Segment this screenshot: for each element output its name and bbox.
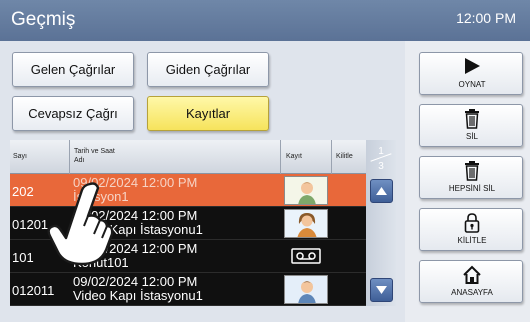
column-number: Sayı	[13, 153, 28, 160]
photo-man-icon	[284, 176, 328, 205]
photo-woman-icon	[284, 209, 328, 238]
row-name: Video Kapı İstasyonu1	[73, 288, 203, 303]
page-current: 1	[378, 146, 384, 157]
row-name: Konut101	[73, 255, 129, 270]
lock-button[interactable]: KİLİTLE	[419, 208, 523, 251]
table-row[interactable]: 202 09/02/2024 12:00 PM İstasyon1	[10, 174, 366, 207]
column-lock: Kilitle	[336, 153, 353, 160]
triangle-down-icon	[376, 286, 387, 294]
header-bar: Geçmiş 12:00 PM	[0, 0, 530, 41]
row-datetime: 09/02/2024 12:00 PM	[73, 241, 198, 256]
incoming-calls-button[interactable]: Gelen Çağrılar	[12, 52, 134, 87]
play-label: OYNAT	[458, 80, 486, 89]
row-name: Video Kapı İstasyonu1	[73, 222, 203, 237]
lock-label: KİLİTLE	[457, 236, 487, 245]
row-datetime: 09/02/2024 12:00 PM	[73, 208, 198, 223]
table-row[interactable]: 101 09/02/2024 12:00 PM Konut101	[10, 240, 366, 273]
column-name-label: Adı	[74, 157, 85, 164]
row-datetime-name: 09/02/2024 12:00 PM İstasyon1	[73, 176, 197, 204]
delete-all-label: HEPSİNİ SİL	[448, 184, 496, 193]
trash-icon	[420, 109, 524, 129]
page-title: Geçmiş	[11, 9, 76, 30]
delete-all-button[interactable]: HEPSİNİ SİL	[419, 156, 523, 199]
table-row[interactable]: 01201 09/02/2024 12:00 PM Video Kapı İst…	[10, 207, 366, 240]
row-name: İstasyon1	[73, 189, 129, 204]
scroll-down-button[interactable]	[370, 278, 393, 302]
lock-icon	[420, 213, 524, 233]
play-button[interactable]: OYNAT	[419, 52, 523, 95]
row-datetime-name: 09/02/2024 12:00 PM Video Kapı İstasyonu…	[73, 275, 203, 303]
history-screen: Geçmiş 12:00 PM Gelen Çağrılar Giden Çağ…	[0, 0, 530, 322]
history-table: Sayı Tarih ve Saat Adı Kayıt Kilitle 202…	[10, 140, 366, 306]
delete-label: SİL	[465, 132, 478, 141]
row-number: 202	[12, 184, 34, 199]
column-record: Kayıt	[286, 153, 302, 160]
row-datetime-name: 09/02/2024 12:00 PM Video Kapı İstasyonu…	[73, 209, 203, 237]
column-datetime-label: Tarih ve Saat	[74, 148, 115, 155]
row-datetime-name: 09/02/2024 12:00 PM Konut101	[73, 242, 197, 270]
home-button[interactable]: ANASAYFA	[419, 260, 523, 303]
column-divider	[69, 140, 70, 174]
clock: 12:00 PM	[456, 10, 516, 26]
row-number: 101	[12, 250, 34, 265]
home-icon	[420, 265, 524, 285]
scroll-panel: 1 3	[366, 140, 396, 306]
column-divider	[331, 140, 332, 174]
row-datetime: 09/02/2024 12:00 PM	[73, 175, 198, 190]
home-label: ANASAYFA	[451, 288, 493, 297]
play-icon	[420, 57, 524, 77]
tape-icon	[291, 248, 321, 264]
row-datetime: 09/02/2024 12:00 PM	[73, 274, 198, 289]
table-header: Sayı Tarih ve Saat Adı Kayıt Kilitle	[10, 140, 366, 174]
missed-calls-button[interactable]: Cevapsız Çağrı	[12, 96, 134, 131]
row-number: 012011	[12, 283, 55, 298]
photo-man-icon	[284, 275, 328, 304]
column-datetime: Tarih ve Saat Adı	[74, 140, 115, 174]
trash-all-icon	[420, 161, 524, 181]
triangle-up-icon	[376, 187, 387, 195]
table-row[interactable]: 012011 09/02/2024 12:00 PM Video Kapı İs…	[10, 273, 366, 306]
delete-button[interactable]: SİL	[419, 104, 523, 147]
page-total: 3	[378, 161, 384, 172]
row-number: 01201	[12, 217, 49, 232]
scroll-up-button[interactable]	[370, 179, 393, 203]
recordings-button[interactable]: Kayıtlar	[147, 96, 269, 131]
outgoing-calls-button[interactable]: Giden Çağrılar	[147, 52, 269, 87]
column-divider	[280, 140, 281, 174]
